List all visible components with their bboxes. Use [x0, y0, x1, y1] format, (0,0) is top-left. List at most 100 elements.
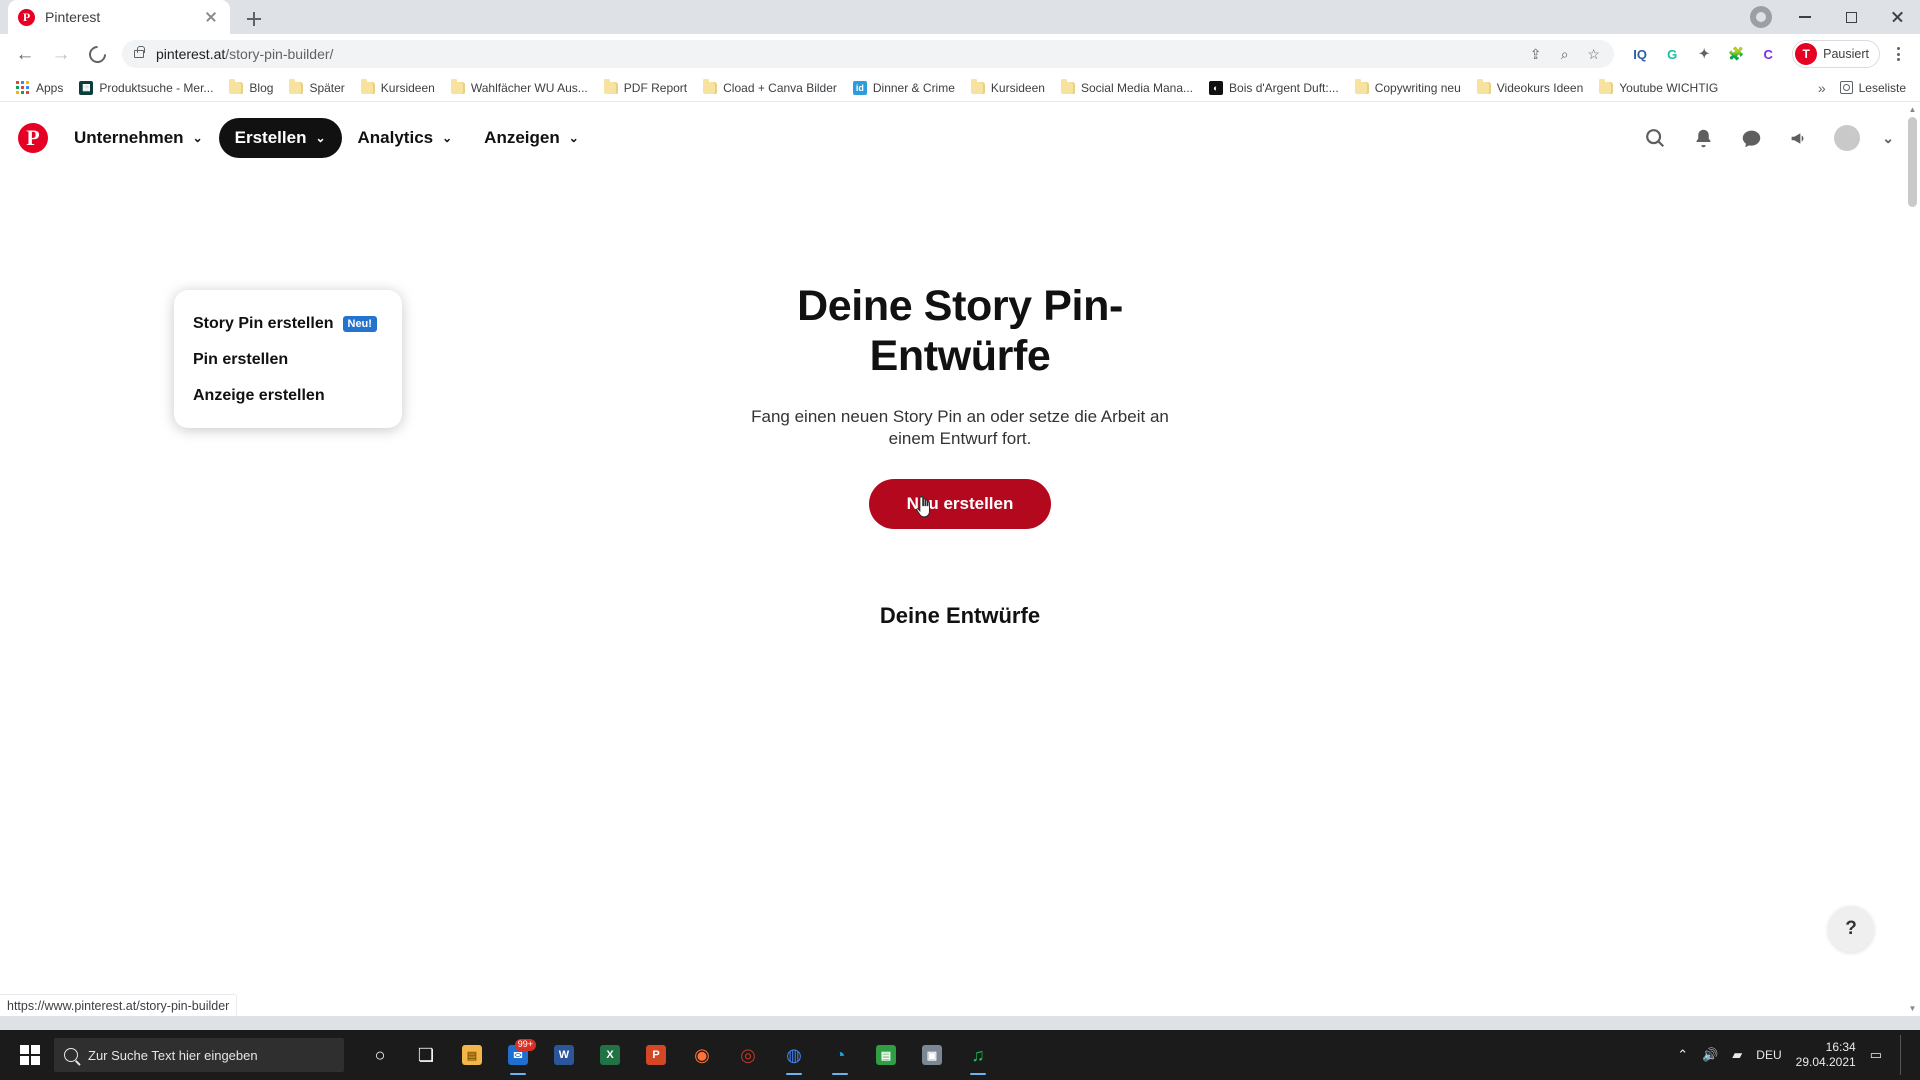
menu-item-label: Anzeige erstellen: [193, 387, 325, 404]
bookmark-item[interactable]: Später: [281, 78, 352, 98]
bookmark-item[interactable]: Kursideen: [353, 78, 443, 98]
opera-glyph: ◎: [740, 1044, 756, 1065]
word-glyph: W: [554, 1045, 574, 1065]
vertical-scrollbar[interactable]: ▲ ▼: [1905, 102, 1920, 1016]
opera-icon[interactable]: ◎: [726, 1033, 770, 1077]
search-icon[interactable]: [1642, 125, 1668, 151]
menu-item-pin-erstellen[interactable]: Pin erstellen: [174, 342, 402, 378]
bookmark-item[interactable]: Blog: [221, 78, 281, 98]
clock[interactable]: 16:34 29.04.2021: [1796, 1040, 1856, 1070]
canva-extension-icon[interactable]: C: [1754, 40, 1782, 68]
help-button[interactable]: ?: [1828, 906, 1874, 952]
chrome-window: P Pinterest ← → pinterest.at/story-pin-b…: [0, 0, 1920, 1030]
nav-item-erstellen[interactable]: Erstellen ⌄: [218, 118, 342, 158]
bookmark-extension-icon[interactable]: ✦: [1690, 40, 1718, 68]
page-viewport: P Unternehmen ⌄ Erstellen ⌄ Analytics ⌄ …: [0, 102, 1920, 1016]
show-desktop-button[interactable]: [1900, 1035, 1906, 1075]
star-icon[interactable]: ☆: [1585, 46, 1602, 63]
close-icon[interactable]: [202, 8, 220, 26]
pinterest-logo[interactable]: P: [18, 123, 48, 153]
photos-icon[interactable]: ▣: [910, 1033, 954, 1077]
mail-icon[interactable]: ✉ 99+: [496, 1033, 540, 1077]
task-view-icon[interactable]: ❏: [404, 1033, 448, 1077]
word-icon[interactable]: W: [542, 1033, 586, 1077]
chevron-up-icon[interactable]: ⌃: [1677, 1047, 1688, 1063]
menu-item-story-pin-erstellen[interactable]: Story Pin erstellen Neu!: [174, 306, 402, 342]
bookmark-item[interactable]: Cload + Canva Bilder: [695, 78, 845, 98]
bookmark-item[interactable]: PDF Report: [596, 78, 695, 98]
new-badge: Neu!: [342, 315, 377, 333]
system-tray: ⌃ 🔊 ▰ DEU 16:34 29.04.2021 ▭: [1677, 1035, 1914, 1075]
taskbar-search-box[interactable]: Zur Suche Text hier eingeben: [54, 1038, 344, 1072]
bookmark-item[interactable]: id Dinner & Crime: [845, 78, 963, 98]
window-controls: [1750, 0, 1920, 34]
bell-icon[interactable]: [1690, 125, 1716, 151]
bookmark-item[interactable]: ▦ Produktsuche - Mer...: [71, 78, 221, 98]
bookmark-item[interactable]: Youtube WICHTIG: [1591, 78, 1726, 98]
nav-item-analytics[interactable]: Analytics ⌄: [342, 118, 469, 158]
bookmark-label: Blog: [249, 80, 274, 95]
neu-erstellen-button[interactable]: Neu erstellen: [868, 478, 1052, 529]
maximize-button[interactable]: [1828, 0, 1874, 34]
iq-extension-icon[interactable]: IQ: [1626, 40, 1654, 68]
folder-icon: [1060, 79, 1075, 94]
bookmark-label: Kursideen: [380, 80, 435, 95]
back-arrow-icon[interactable]: ←: [8, 37, 42, 71]
bookmark-item[interactable]: Social Media Mana...: [1053, 78, 1201, 98]
spotify-icon[interactable]: ♫: [956, 1033, 1000, 1077]
start-button[interactable]: [6, 1030, 54, 1080]
mail-badge-count: 99+: [514, 1039, 536, 1051]
nav-item-anzeigen[interactable]: Anzeigen ⌄: [468, 118, 595, 158]
bookmark-item[interactable]: Copywriting neu: [1347, 78, 1469, 98]
menu-item-anzeige-erstellen[interactable]: Anzeige erstellen: [174, 378, 402, 414]
bookmark-item[interactable]: Wahlfächer WU Aus...: [443, 78, 596, 98]
address-bar[interactable]: pinterest.at/story-pin-builder/ ⇪ ⌕ ☆: [122, 40, 1615, 68]
drafts-heading: Deine Entwürfe: [879, 602, 1041, 628]
search-placeholder: Zur Suche Text hier eingeben: [88, 1047, 258, 1063]
volume-icon[interactable]: 🔊: [1702, 1047, 1718, 1063]
folder-icon: [450, 79, 465, 94]
zoom-icon[interactable]: ⌕: [1556, 46, 1573, 63]
excel-icon[interactable]: X: [588, 1033, 632, 1077]
reload-icon[interactable]: [80, 37, 114, 71]
bookmark-label: Cload + Canva Bilder: [723, 80, 837, 95]
nav-item-unternehmen[interactable]: Unternehmen ⌄: [58, 118, 219, 158]
url-text: pinterest.at/story-pin-builder/: [156, 46, 333, 62]
scroll-down-arrow-icon[interactable]: ▼: [1905, 1001, 1920, 1016]
language-indicator[interactable]: DEU: [1756, 1048, 1781, 1062]
firefox-icon[interactable]: ◉: [680, 1033, 724, 1077]
chevron-double-right-icon[interactable]: »: [1818, 80, 1826, 96]
chat-icon[interactable]: [1738, 125, 1764, 151]
powerpoint-icon[interactable]: P: [634, 1033, 678, 1077]
chevron-down-icon[interactable]: ⌄: [1882, 131, 1894, 145]
share-icon[interactable]: ⇪: [1527, 46, 1544, 63]
grammarly-extension-icon[interactable]: G: [1658, 40, 1686, 68]
bookmark-item[interactable]: ◐ Bois d'Argent Duft:...: [1201, 78, 1347, 98]
bookmark-item[interactable]: Videokurs Ideen: [1469, 78, 1592, 98]
bookmark-label: Kursideen: [990, 80, 1045, 95]
bookmark-item[interactable]: Kursideen: [963, 78, 1053, 98]
cortana-icon[interactable]: ○: [358, 1033, 402, 1077]
new-tab-button[interactable]: [239, 4, 269, 34]
puzzle-extension-icon[interactable]: 🧩: [1722, 40, 1750, 68]
chrome-icon[interactable]: ◍: [772, 1033, 816, 1077]
bookmark-apps[interactable]: Apps: [8, 78, 71, 98]
app-green-icon[interactable]: ▤: [864, 1033, 908, 1077]
browser-tab[interactable]: P Pinterest: [8, 0, 230, 34]
network-icon[interactable]: ▰: [1732, 1047, 1742, 1063]
minimize-button[interactable]: [1782, 0, 1828, 34]
kebab-menu-icon[interactable]: [1884, 37, 1912, 71]
file-explorer-icon[interactable]: ▤: [450, 1033, 494, 1077]
windows-logo-icon: [19, 1044, 41, 1066]
menu-item-label: Story Pin erstellen: [193, 315, 334, 332]
folder-icon: [603, 79, 618, 94]
profile-chip[interactable]: T Pausiert: [1792, 40, 1880, 68]
reading-list-button[interactable]: Leseliste: [1839, 81, 1906, 95]
close-window-button[interactable]: [1874, 0, 1920, 34]
forward-arrow-icon[interactable]: →: [44, 37, 78, 71]
avatar[interactable]: [1834, 125, 1861, 151]
extension-indicator-icon[interactable]: [1750, 6, 1772, 28]
edge-icon[interactable]: ◔: [818, 1033, 862, 1077]
megaphone-icon[interactable]: [1786, 125, 1812, 151]
notification-icon[interactable]: ▭: [1870, 1047, 1882, 1063]
